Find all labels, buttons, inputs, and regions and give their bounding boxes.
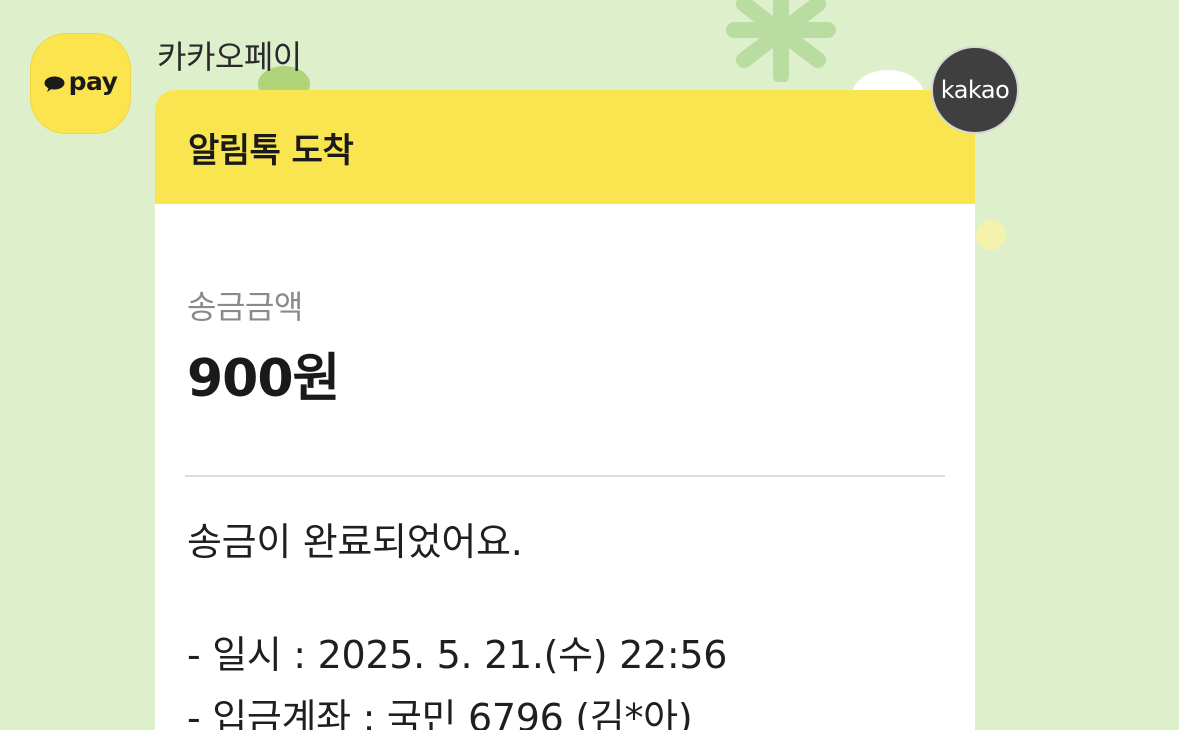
kakao-channel-badge[interactable]: kakao: [931, 46, 1019, 134]
background-dot-decoration: [976, 220, 1006, 250]
transfer-amount-value: 900원: [187, 349, 340, 409]
card-divider: [185, 475, 945, 477]
sender-name: 카카오페이: [157, 38, 302, 76]
card-header-title: 알림톡 도착: [188, 130, 354, 171]
background-sparkle-decoration: [726, 0, 836, 82]
card-header: 알림톡 도착: [155, 90, 975, 204]
transfer-complete-message: 송금이 완료되었어요.: [187, 520, 523, 564]
deposit-account-line: - 입금계좌 : 국민 6796 (김*아): [187, 696, 693, 730]
transfer-amount-label: 송금금액: [187, 288, 303, 326]
kakaopay-avatar[interactable]: pay: [30, 33, 131, 134]
alimtalk-message-card[interactable]: 알림톡 도착 송금금액 900원 송금이 완료되었어요. - 일시 : 2025…: [155, 90, 975, 730]
avatar-pay-label: pay: [68, 67, 118, 96]
card-body: 송금금액 900원 송금이 완료되었어요. - 일시 : 2025. 5. 21…: [155, 282, 975, 730]
kakao-badge-label: kakao: [940, 76, 1010, 104]
transfer-datetime-line: - 일시 : 2025. 5. 21.(수) 22:56: [187, 633, 728, 677]
speech-bubble-icon: [44, 76, 65, 92]
